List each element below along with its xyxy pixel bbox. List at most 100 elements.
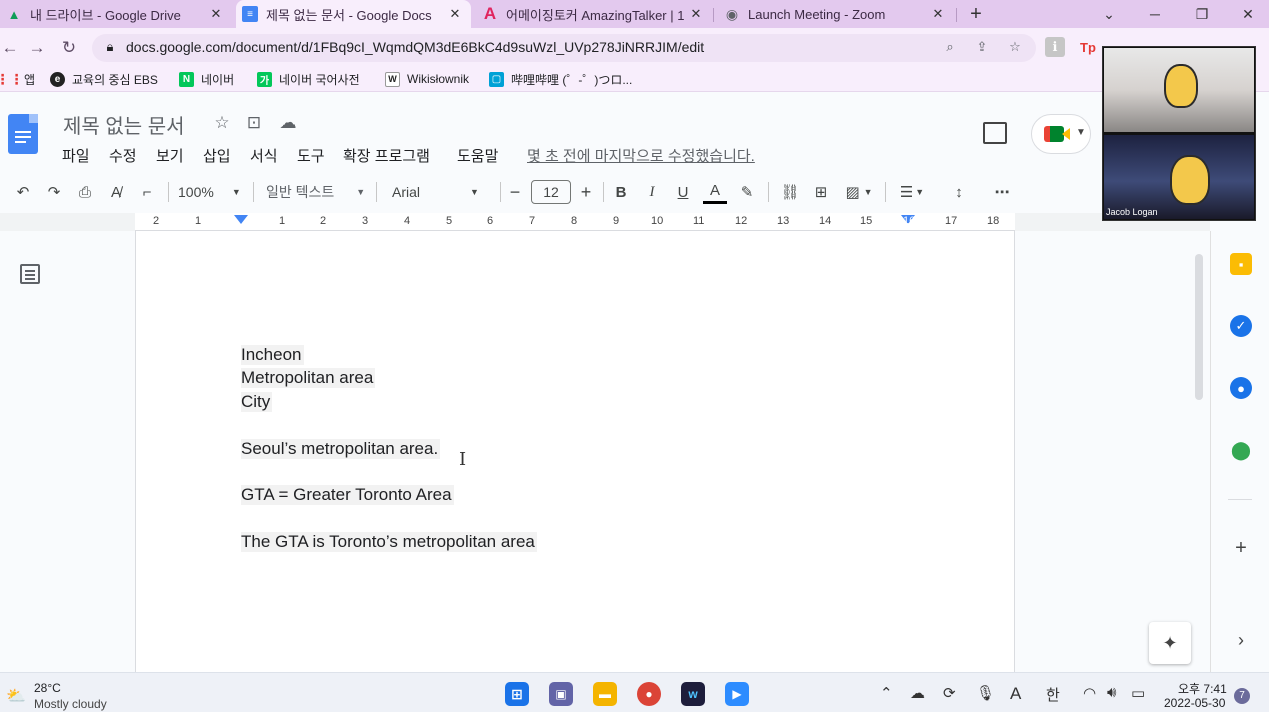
contacts-icon[interactable]: ● <box>1230 377 1252 399</box>
volume-icon[interactable]: 🔊︎ <box>1107 684 1116 701</box>
keep-icon[interactable]: ▪ <box>1230 253 1252 275</box>
font-select[interactable]: Arial ▼ <box>392 180 492 204</box>
comment-history-icon[interactable] <box>983 122 1007 144</box>
underline-icon[interactable]: U <box>672 180 694 204</box>
menu-help[interactable]: 도움말 <box>457 145 498 166</box>
tab-google-docs[interactable]: ≡ 제목 없는 문서 - Google Docs ✕ <box>236 0 471 28</box>
insert-image-icon[interactable]: ▨ ▼ <box>841 180 877 204</box>
bookmark-star-icon[interactable]: ☆ <box>1005 37 1025 57</box>
undo-icon[interactable]: ↶ <box>12 180 34 204</box>
explore-button[interactable]: ✦ <box>1149 622 1191 664</box>
new-tab-button[interactable]: + <box>956 0 996 28</box>
menu-extensions[interactable]: 확장 프로그램 <box>343 145 430 166</box>
paragraph-style-select[interactable]: 일반 텍스트 ▼ <box>266 180 366 204</box>
extension-icon[interactable]: ℹ <box>1045 37 1065 57</box>
windows-start-icon[interactable]: ⊞ <box>505 682 529 706</box>
decrease-font-size-button[interactable]: − <box>505 180 525 204</box>
menu-format[interactable]: 서식 <box>250 145 278 166</box>
back-button[interactable]: ← <box>0 38 20 58</box>
close-tab-icon[interactable]: ✕ <box>930 6 946 22</box>
microphone-icon[interactable]: 🎙︎ <box>976 684 995 702</box>
ime-hangul-label[interactable]: 한 <box>1046 684 1060 705</box>
close-window-button[interactable]: ✕ <box>1228 0 1268 28</box>
zoom-select[interactable]: 100% ▼ <box>178 180 246 204</box>
tab-zoom-launch[interactable]: ◉ Launch Meeting - Zoom ✕ <box>718 0 954 28</box>
move-folder-icon[interactable]: ⊡ <box>243 112 265 134</box>
align-icon[interactable]: ☰ ▼ <box>896 180 928 204</box>
body-line[interactable]: Incheon <box>241 345 304 365</box>
wanted-app-icon[interactable]: w <box>681 682 705 706</box>
bookmark-wikislownik[interactable]: W Wikisłownik <box>385 70 469 88</box>
weather-icon[interactable]: ⛅ <box>6 686 26 706</box>
onedrive-icon[interactable]: ☁ <box>910 684 925 702</box>
body-line[interactable]: GTA = Greater Toronto Area <box>241 485 454 505</box>
document-outline-icon[interactable] <box>20 264 40 284</box>
lock-icon[interactable]: 🔒︎ <box>100 37 120 57</box>
add-comment-icon[interactable]: ⊞ <box>810 180 832 204</box>
tab-search-icon[interactable]: ⌄ <box>1089 0 1129 28</box>
show-hidden-icons-icon[interactable]: ⌃ <box>880 684 893 702</box>
insert-link-icon[interactable]: ⛓ <box>778 180 802 204</box>
video-tile-self[interactable] <box>1104 48 1254 132</box>
weather-description[interactable]: Mostly cloudy <box>34 697 107 711</box>
bold-icon[interactable]: B <box>610 180 632 204</box>
menu-file[interactable]: 파일 <box>62 145 90 166</box>
menu-view[interactable]: 보기 <box>156 145 184 166</box>
cloud-status-icon[interactable]: ☁ <box>277 112 299 134</box>
bookmark-naver[interactable]: N 네이버 <box>179 70 234 88</box>
wifi-icon[interactable]: ◠ <box>1083 684 1096 702</box>
tp-extension-icon[interactable]: Tp <box>1078 37 1098 57</box>
zoom-app-icon[interactable]: ▶ <box>725 682 749 706</box>
paint-format-icon[interactable]: ⌐ <box>136 180 158 204</box>
close-tab-icon[interactable]: ✕ <box>447 6 463 22</box>
weather-temperature[interactable]: 28°C <box>34 681 61 695</box>
last-edit-link[interactable]: 몇 초 전에 마지막으로 수정했습니다. <box>527 145 755 166</box>
document-title[interactable]: 제목 없는 문서 <box>63 110 185 139</box>
body-line[interactable]: The GTA is Toronto’s metropolitan area <box>241 532 537 552</box>
body-line[interactable]: Metropolitan area <box>241 368 376 388</box>
clock-date[interactable]: 2022-05-30 <box>1164 696 1225 710</box>
share-icon[interactable]: ⇪ <box>972 37 992 57</box>
menu-insert[interactable]: 삽입 <box>203 145 231 166</box>
scrollbar-thumb[interactable] <box>1195 254 1203 400</box>
more-options-icon[interactable]: ⋯ <box>990 180 1014 204</box>
tab-amazingtalker[interactable]: A 어메이징토커 AmazingTalker | 1 ✕ <box>476 0 712 28</box>
text-color-icon[interactable]: A <box>703 180 727 204</box>
file-explorer-icon[interactable]: ▬ <box>593 682 617 706</box>
teams-chat-icon[interactable]: ▣ <box>549 682 573 706</box>
forward-button[interactable]: → <box>27 38 47 58</box>
minimize-button[interactable]: ─ <box>1135 0 1175 28</box>
body-line[interactable]: Seoul’s metropolitan area. <box>241 439 441 459</box>
bookmark-naver-dictionary[interactable]: 가 네이버 국어사전 <box>257 70 360 88</box>
bookmark-apps[interactable]: ⋮⋮ 앱 <box>0 70 35 88</box>
increase-font-size-button[interactable]: + <box>576 180 596 204</box>
font-size-input[interactable]: 12 <box>531 180 571 204</box>
clock-time[interactable]: 오후 7:41 <box>1178 680 1227 697</box>
close-tab-icon[interactable]: ✕ <box>688 6 704 22</box>
spellcheck-icon[interactable]: A̸ <box>105 180 127 204</box>
maps-icon[interactable]: ⬤ <box>1230 439 1252 461</box>
tab-google-drive[interactable]: ▲ 내 드라이브 - Google Drive ✕ <box>0 0 232 28</box>
bookmark-bilibili[interactable]: ▢ 哔哩哔哩 (゜-゜)つロ... <box>489 70 632 88</box>
google-docs-logo[interactable] <box>8 114 38 154</box>
battery-icon[interactable]: ▭ <box>1131 684 1145 702</box>
tasks-icon[interactable]: ✓ <box>1230 315 1252 337</box>
italic-icon[interactable]: I <box>641 180 663 204</box>
bookmark-ebs[interactable]: e 교육의 중심 EBS <box>50 70 158 88</box>
notification-badge[interactable]: 7 <box>1234 688 1250 704</box>
print-icon[interactable]: ⎙ <box>74 180 96 204</box>
menu-edit[interactable]: 수정 <box>109 145 137 166</box>
body-line[interactable]: City <box>241 392 273 412</box>
redo-icon[interactable]: ↷ <box>43 180 65 204</box>
restore-button[interactable]: ❐ <box>1182 0 1222 28</box>
star-icon[interactable]: ☆ <box>211 112 233 134</box>
add-addon-icon[interactable]: + <box>1230 537 1252 559</box>
sync-icon[interactable]: ⟳ <box>943 684 956 702</box>
expand-panel-icon[interactable]: › <box>1230 629 1252 651</box>
zoom-magnifier-icon[interactable]: ⌕ <box>940 37 960 57</box>
menu-tools[interactable]: 도구 <box>297 145 325 166</box>
ime-language-label[interactable]: A <box>1010 684 1021 704</box>
reload-button[interactable]: ↻ <box>59 38 79 58</box>
meet-button[interactable]: ▼ <box>1031 114 1091 154</box>
chrome-icon[interactable]: ● <box>637 682 661 706</box>
